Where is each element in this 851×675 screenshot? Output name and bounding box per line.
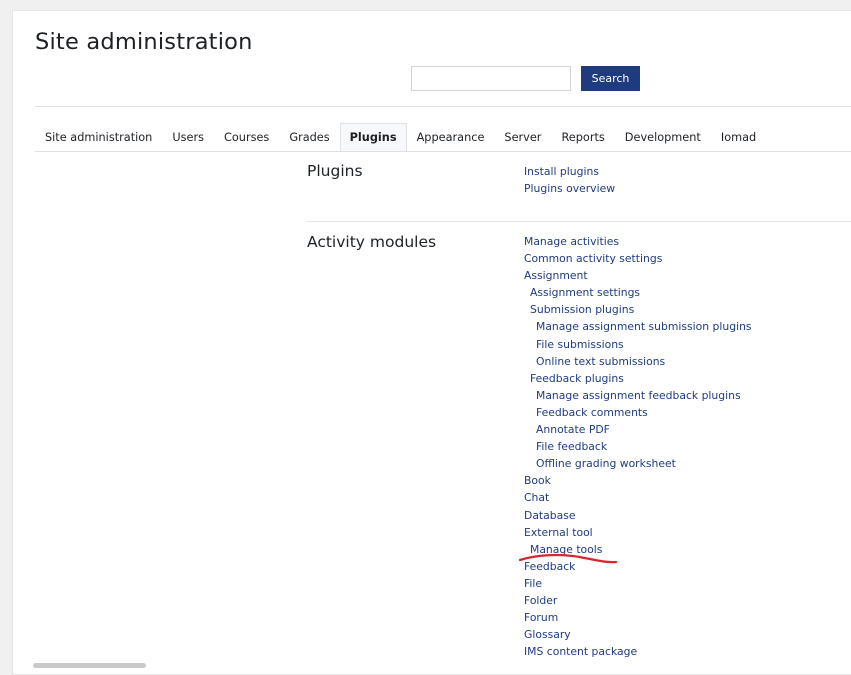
list-item: File submissions [524,336,752,353]
red-underline-annotation [518,553,618,564]
list-item: Folder [524,592,752,609]
list-item: Chat [524,489,752,506]
link-plugins-overview[interactable]: Plugins overview [524,182,615,195]
section-divider [307,221,851,222]
list-item: External tool [524,524,752,541]
list-item: Book [524,472,752,489]
list-item: Feedback comments [524,404,752,421]
search-button[interactable]: Search [581,66,640,91]
tab-appearance[interactable]: Appearance [407,123,495,151]
list-item: Manage assignment feedback plugins [524,387,752,404]
link-file[interactable]: File [524,577,542,590]
tab-reports[interactable]: Reports [551,123,614,151]
link-common-activity-settings[interactable]: Common activity settings [524,252,662,265]
list-item: Assignment settings [524,284,752,301]
link-ims-content-package[interactable]: IMS content package [524,645,637,658]
link-manage-assignment-feedback-plugins[interactable]: Manage assignment feedback plugins [536,389,741,402]
link-submission-plugins[interactable]: Submission plugins [530,303,634,316]
list-item: Install plugins [524,163,615,180]
activity-modules-link-list: Manage activities Common activity setting… [524,233,752,660]
link-assignment-settings[interactable]: Assignment settings [530,286,640,299]
tab-plugins[interactable]: Plugins [339,123,407,151]
link-file-feedback[interactable]: File feedback [536,440,607,453]
tab-users[interactable]: Users [162,123,214,151]
list-item: Plugins overview [524,180,615,197]
link-file-submissions[interactable]: File submissions [536,338,624,351]
link-offline-grading-worksheet[interactable]: Offline grading worksheet [536,457,676,470]
list-item: Manage activities [524,233,752,250]
list-item: Offline grading worksheet [524,455,752,472]
tab-site-administration[interactable]: Site administration [35,123,162,151]
list-item: Assignment [524,267,752,284]
tab-server[interactable]: Server [494,123,551,151]
link-manage-assignment-submission-plugins[interactable]: Manage assignment submission plugins [536,320,752,333]
plugins-link-list: Install plugins Plugins overview [524,163,615,197]
tabs-divider [35,151,851,152]
list-item: Submission plugins [524,301,752,318]
link-online-text-submissions[interactable]: Online text submissions [536,355,665,368]
link-assignment[interactable]: Assignment [524,269,588,282]
tab-grades[interactable]: Grades [279,123,339,151]
header-divider [35,106,851,107]
list-item: Manage assignment submission plugins [524,318,752,335]
horizontal-scrollbar[interactable] [33,663,146,668]
tab-iomad[interactable]: Iomad [711,123,766,151]
search-input[interactable] [411,66,571,91]
admin-tabs: Site administration Users Courses Grades Plu… [35,123,766,151]
section-title-plugins: Plugins [307,162,363,180]
list-item: Forum [524,609,752,626]
list-item: Database [524,507,752,524]
section-title-activity-modules: Activity modules [307,233,437,251]
page-title: Site administration [35,29,253,55]
tab-courses[interactable]: Courses [214,123,279,151]
link-feedback-plugins[interactable]: Feedback plugins [530,372,624,385]
list-item: Feedback plugins [524,370,752,387]
link-folder[interactable]: Folder [524,594,557,607]
list-item: Online text submissions [524,353,752,370]
link-install-plugins[interactable]: Install plugins [524,165,599,178]
admin-panel: Site administration Search Site administ… [12,10,851,675]
list-item: File feedback [524,438,752,455]
list-item: Annotate PDF [524,421,752,438]
list-item: File [524,575,752,592]
tab-development[interactable]: Development [615,123,711,151]
link-manage-activities[interactable]: Manage activities [524,235,619,248]
link-forum[interactable]: Forum [524,611,558,624]
link-external-tool[interactable]: External tool [524,526,593,539]
link-feedback-comments[interactable]: Feedback comments [536,406,648,419]
link-database[interactable]: Database [524,509,576,522]
link-chat[interactable]: Chat [524,491,549,504]
list-item: Common activity settings [524,250,752,267]
list-item: Glossary [524,626,752,643]
list-item: IMS content package [524,643,752,660]
link-annotate-pdf[interactable]: Annotate PDF [536,423,610,436]
link-glossary[interactable]: Glossary [524,628,571,641]
link-book[interactable]: Book [524,474,551,487]
